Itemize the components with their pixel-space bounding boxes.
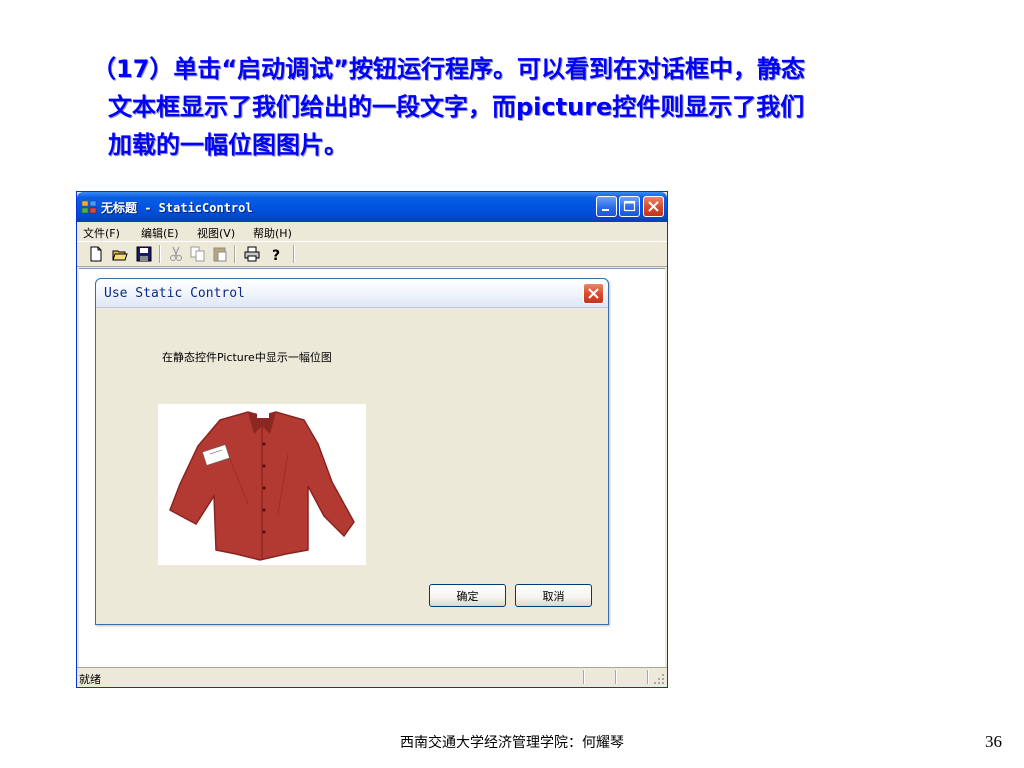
instruction-line-3: 加载的一幅位图图片。 [108,131,348,159]
toolbar-separator [159,245,161,263]
status-pane [615,670,617,684]
minimize-button[interactable] [596,196,617,217]
page-number: 36 [985,732,1002,751]
svg-text:?: ? [272,248,280,263]
copy-icon[interactable] [189,245,207,263]
slide-instruction-text: （17）单击“启动调试”按钮运行程序。可以看到在对话框中，静态 文本框显示了我们… [92,50,952,164]
status-bar: 就绪 [77,667,667,687]
shirt-bitmap-image [169,411,355,561]
new-icon[interactable] [87,245,105,263]
minimize-icon [602,209,609,211]
paste-icon[interactable] [211,245,229,263]
instruction-line-1: （17）单击“启动调试”按钮运行程序。可以看到在对话框中，静态 [92,55,805,83]
print-icon[interactable] [243,245,261,263]
toolbar: ? [77,241,667,267]
window-titlebar[interactable]: 无标题 - StaticControl [77,192,667,222]
help-icon[interactable]: ? [267,245,285,263]
cut-icon[interactable] [167,245,185,263]
dialog-titlebar[interactable]: Use Static Control [96,279,608,308]
close-icon [588,288,599,299]
dialog-close-button[interactable] [583,283,604,304]
toolbar-separator [234,245,236,263]
menu-bar: 文件(F) 编辑(E) 视图(V) 帮助(H) [77,222,667,241]
app-icon [81,200,97,214]
instruction-line-2: 文本框显示了我们给出的一段文字，而picture控件则显示了我们 [108,93,805,121]
close-button[interactable] [643,196,664,217]
static-text-label: 在静态控件Picture中显示一幅位图 [162,351,332,364]
menu-help[interactable]: 帮助(H) [253,225,292,241]
menu-file[interactable]: 文件(F) [83,225,120,241]
close-icon [648,201,659,212]
slide-footer: 西南交通大学经济管理学院：何耀琴 [400,735,624,751]
maximize-button[interactable] [619,196,640,217]
menu-view[interactable]: 视图(V) [197,225,235,241]
menu-edit[interactable]: 编辑(E) [141,225,179,241]
static-control-dialog: Use Static Control 在静态控件Picture中显示一幅位图 确… [95,278,609,625]
toolbar-separator [293,245,295,263]
maximize-icon [623,200,636,212]
window-title: 无标题 - StaticControl [101,201,253,215]
status-text: 就绪 [79,673,101,686]
open-icon[interactable] [111,245,129,263]
picture-control [158,404,366,565]
ok-button[interactable]: 确定 [429,584,506,607]
save-icon[interactable] [135,245,153,263]
cancel-button[interactable]: 取消 [515,584,592,607]
resize-grip-icon[interactable] [653,673,665,685]
status-pane [583,670,585,684]
status-pane [647,670,649,684]
dialog-title: Use Static Control [104,286,245,301]
